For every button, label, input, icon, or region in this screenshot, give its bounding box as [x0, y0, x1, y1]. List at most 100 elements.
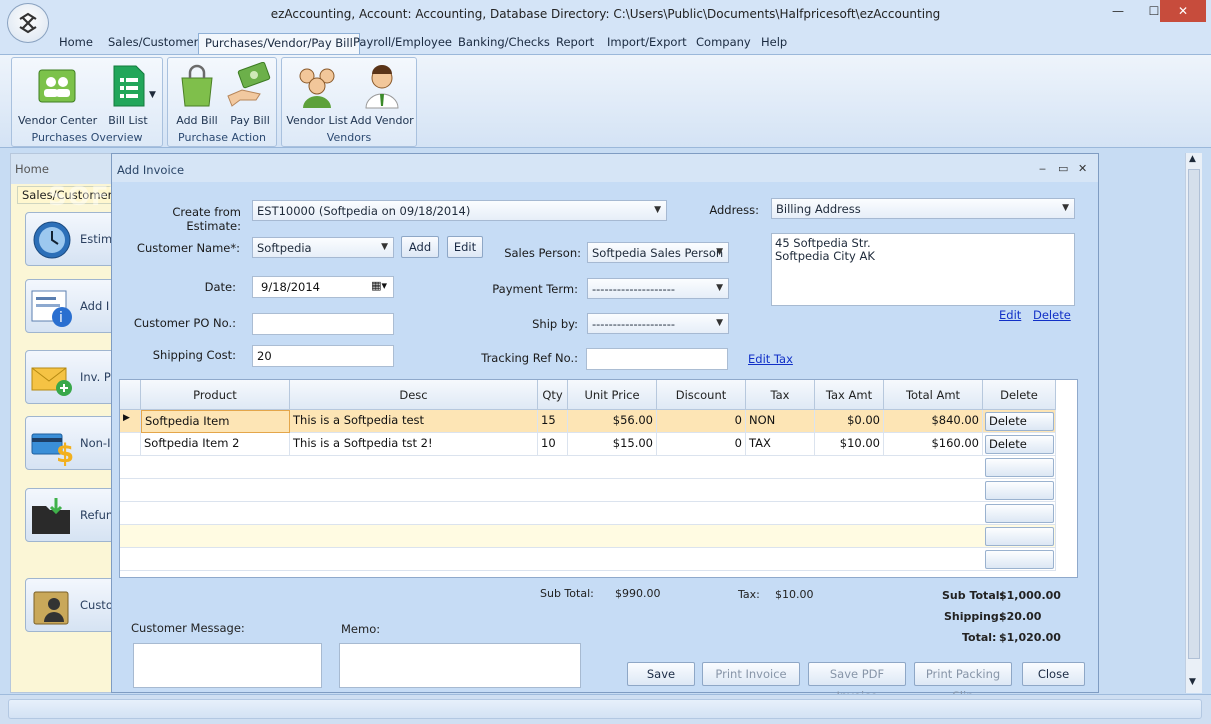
edit-tax-link[interactable]: Edit Tax — [748, 352, 793, 366]
table-row-unit-price[interactable]: $15.00 — [568, 433, 657, 456]
customer-folder-icon — [30, 584, 74, 628]
address-delete-link[interactable]: Delete — [1033, 308, 1071, 322]
table-row-tax[interactable]: NON — [746, 410, 815, 433]
tab-home[interactable]: Home — [53, 33, 99, 54]
date-picker[interactable]: 9/18/2014 ▦▾ — [252, 276, 394, 298]
table-row-qty[interactable]: 10 — [538, 433, 568, 456]
envelope-add-icon — [30, 356, 74, 400]
delete-row-button[interactable]: Delete — [985, 435, 1054, 454]
pay-bill-button[interactable]: Pay Bill — [224, 61, 276, 130]
sidebar-item-estimate[interactable]: Estim — [25, 212, 117, 266]
table-row-qty[interactable]: 15 — [538, 410, 568, 433]
delete-row-button[interactable] — [985, 481, 1054, 500]
close-window-button[interactable]: ✕ — [1160, 0, 1206, 22]
col-desc[interactable]: Desc — [290, 380, 538, 410]
tab-import-export[interactable]: Import/Export — [601, 33, 693, 54]
tab-banking-checks[interactable]: Banking/Checks — [452, 33, 556, 54]
vendor-center-button[interactable]: Vendor Center — [18, 62, 97, 130]
table-row-discount[interactable]: 0 — [657, 433, 746, 456]
table-row-desc[interactable]: This is a Softpedia test — [290, 410, 538, 433]
table-row-discount[interactable]: 0 — [657, 410, 746, 433]
col-qty[interactable]: Qty — [538, 380, 568, 410]
create-from-estimate-select[interactable]: EST10000 (Softpedia on 09/18/2014) ▼ — [252, 200, 667, 221]
edit-customer-button[interactable]: Edit — [447, 236, 483, 258]
customer-name-select[interactable]: Softpedia ▼ — [252, 237, 394, 258]
table-row-empty[interactable] — [120, 479, 1056, 502]
scroll-up-icon[interactable]: ▲ — [1189, 154, 1196, 164]
sidebar-home[interactable]: Home — [11, 154, 117, 184]
tab-sales-customer[interactable]: Sales/Customer — [102, 33, 204, 54]
table-row-unit-price[interactable]: $56.00 — [568, 410, 657, 433]
address-box[interactable]: 45 Softpedia Str. Softpedia City AK — [771, 233, 1075, 306]
col-tax[interactable]: Tax — [746, 380, 815, 410]
app-menu-icon[interactable] — [7, 3, 49, 43]
col-tax-amt[interactable]: Tax Amt — [815, 380, 884, 410]
table-row-tax[interactable]: TAX — [746, 433, 815, 456]
tab-help[interactable]: Help — [755, 33, 793, 54]
payment-term-select[interactable]: -------------------- ▼ — [587, 278, 729, 299]
shipping-cost-input[interactable]: 20 — [252, 345, 394, 367]
sidebar-item-refund[interactable]: Refund — [25, 488, 117, 542]
vendor-list-button[interactable]: Vendor List — [286, 62, 348, 130]
customer-message-input[interactable] — [133, 643, 322, 688]
dialog-minimize-icon[interactable]: ‒ — [1039, 162, 1046, 175]
dialog-maximize-icon[interactable]: ▭ — [1058, 162, 1068, 175]
minimize-button[interactable]: — — [1100, 0, 1136, 22]
summary-shipping-value: $20.00 — [999, 610, 1042, 623]
calendar-icon[interactable]: ▦▾ — [371, 279, 387, 292]
tab-payroll-employee[interactable]: Payroll/Employee — [347, 33, 458, 54]
memo-label: Memo: — [341, 622, 381, 636]
col-unit-price[interactable]: Unit Price — [568, 380, 657, 410]
address-line-2: Softpedia City AK — [775, 249, 875, 263]
chevron-down-icon: ▼ — [654, 205, 661, 215]
sidebar-item-invoice-payment[interactable]: Inv. Pa — [25, 350, 117, 404]
tracking-ref-input[interactable] — [586, 348, 728, 370]
delete-row-button[interactable] — [985, 504, 1054, 523]
tax-label: Tax: — [738, 588, 760, 601]
folder-arrow-icon — [30, 494, 74, 538]
table-row-empty[interactable] — [120, 502, 1056, 525]
delete-row-button[interactable] — [985, 527, 1054, 546]
vertical-scrollbar[interactable]: ▲ ▼ — [1185, 153, 1202, 693]
ship-by-select[interactable]: -------------------- ▼ — [587, 313, 729, 334]
tab-purchases-vendor-pay-bill[interactable]: Purchases/Vendor/Pay Bill — [198, 33, 360, 54]
col-product[interactable]: Product — [141, 380, 290, 410]
table-row-empty[interactable] — [120, 456, 1056, 479]
add-customer-button[interactable]: Add — [401, 236, 439, 258]
table-row-product[interactable]: Softpedia Item 2 — [141, 433, 290, 456]
save-button[interactable]: Save — [627, 662, 695, 686]
memo-input[interactable] — [339, 643, 581, 688]
dialog-close-icon[interactable]: ✕ — [1078, 162, 1087, 175]
table-row-empty[interactable] — [120, 525, 1056, 548]
tab-report[interactable]: Report — [550, 33, 600, 54]
delete-row-button[interactable] — [985, 550, 1054, 569]
navigation-sidebar: Home Sales/Customers Estim i Add I Inv. … — [10, 153, 124, 693]
add-vendor-button[interactable]: Add Vendor — [350, 62, 414, 130]
print-invoice-button[interactable]: Print Invoice — [702, 662, 800, 686]
chevron-down-icon: ▼ — [1062, 203, 1069, 213]
save-pdf-invoice-button[interactable]: Save PDF Invoice — [808, 662, 906, 703]
scrollbar-thumb[interactable] — [1188, 169, 1200, 659]
col-total-amt[interactable]: Total Amt — [884, 380, 983, 410]
tab-company[interactable]: Company — [690, 33, 757, 54]
print-packing-slip-button[interactable]: Print Packing Slip — [914, 662, 1012, 703]
add-bill-button[interactable]: Add Bill — [172, 62, 222, 130]
table-row-product[interactable]: Softpedia Item — [141, 410, 290, 433]
customer-po-input[interactable] — [252, 313, 394, 335]
col-discount[interactable]: Discount — [657, 380, 746, 410]
table-row-empty[interactable] — [120, 548, 1056, 571]
chevron-down-icon[interactable]: ▼ — [149, 90, 156, 100]
delete-row-button[interactable] — [985, 458, 1054, 477]
sidebar-item-customer[interactable]: Custo — [25, 578, 117, 632]
scroll-down-icon[interactable]: ▼ — [1189, 677, 1196, 687]
close-button[interactable]: Close — [1022, 662, 1085, 686]
delete-row-button[interactable]: Delete — [985, 412, 1054, 431]
address-edit-link[interactable]: Edit — [999, 308, 1021, 322]
sidebar-item-add-invoice[interactable]: i Add I — [25, 279, 117, 333]
sidebar-item-non-invoice[interactable]: $ Non-In — [25, 416, 117, 470]
sales-person-label: Sales Person: — [504, 246, 581, 260]
table-row-desc[interactable]: This is a Softpedia tst 2! — [290, 433, 538, 456]
address-type-select[interactable]: Billing Address ▼ — [771, 198, 1075, 219]
sales-person-select[interactable]: Softpedia Sales Person ▼ — [587, 242, 729, 263]
bill-list-button[interactable]: Bill List ▼ — [100, 62, 156, 130]
